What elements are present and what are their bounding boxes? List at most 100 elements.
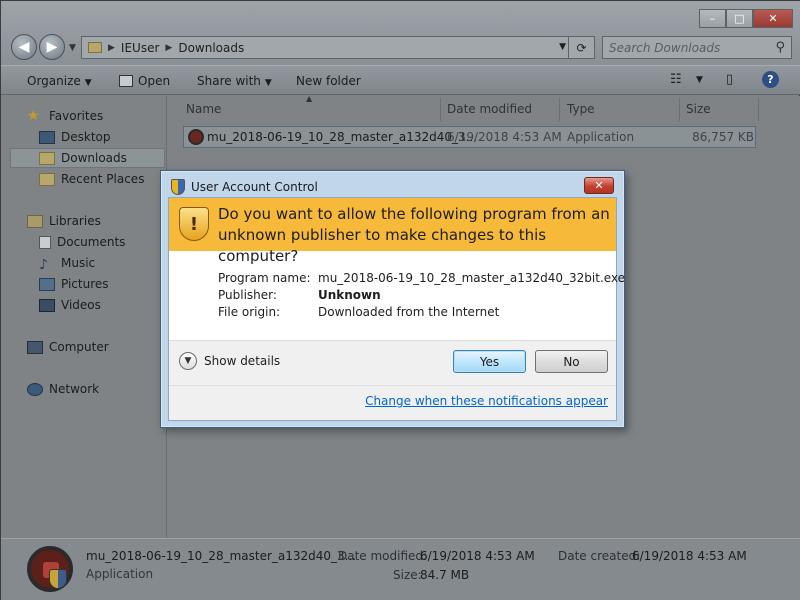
nav-network-label: Network xyxy=(49,382,100,396)
nav-recent-places[interactable]: Recent Places xyxy=(39,169,144,189)
open-icon xyxy=(119,75,133,87)
nav-pictures-label: Pictures xyxy=(61,277,109,291)
file-name: mu_2018-06-19_10_28_master_a132d40_3... xyxy=(207,130,478,144)
nav-downloads-label: Downloads xyxy=(61,151,127,165)
recent-pages-dropdown-icon[interactable]: ▼ xyxy=(69,43,76,53)
column-headers: ▲ Name Date modified Type Size xyxy=(168,94,800,123)
star-icon: ★ xyxy=(27,108,40,124)
share-with-menu[interactable]: Share with ▼ xyxy=(197,74,272,88)
change-notifications-link[interactable]: Change when these notifications appear xyxy=(365,394,608,408)
breadcrumb-separator-icon[interactable]: ▶ xyxy=(108,43,115,53)
nav-videos[interactable]: Videos xyxy=(39,295,101,315)
details-date-modified: 6/19/2018 4:53 AM xyxy=(420,549,535,563)
yes-button[interactable]: Yes xyxy=(453,350,526,373)
maximize-button[interactable]: □ xyxy=(726,9,753,28)
minimize-button[interactable]: – xyxy=(699,9,726,28)
address-dropdown-icon[interactable]: ▼ xyxy=(559,42,566,52)
back-button[interactable]: ◀ xyxy=(11,34,37,60)
nav-documents[interactable]: Documents xyxy=(39,232,125,252)
nav-network[interactable]: Network xyxy=(27,379,99,399)
program-name-label: Program name: xyxy=(218,271,311,285)
network-icon xyxy=(27,382,43,396)
file-origin-value: Downloaded from the Internet xyxy=(318,305,500,319)
nav-computer-label: Computer xyxy=(49,340,109,354)
column-divider[interactable] xyxy=(440,98,441,121)
organize-menu[interactable]: Organize ▼ xyxy=(27,74,92,88)
view-dropdown-icon[interactable]: ▼ xyxy=(696,75,703,85)
file-row[interactable]: mu_2018-06-19_10_28_master_a132d40_3... … xyxy=(183,126,756,148)
search-box[interactable]: Search Downloads ⚲ xyxy=(602,36,792,59)
details-file-kind: Application xyxy=(86,567,154,581)
address-bar[interactable]: ▶ IEUser ▶ Downloads ▼ ⟳ xyxy=(81,36,595,59)
search-icon[interactable]: ⚲ xyxy=(775,40,785,55)
uac-shield-overlay-icon xyxy=(49,569,67,589)
nav-libraries[interactable]: Libraries xyxy=(27,211,101,231)
breadcrumb-ieuser[interactable]: IEUser xyxy=(121,41,159,55)
column-size[interactable]: Size xyxy=(686,102,711,116)
sort-ascending-icon: ▲ xyxy=(306,94,313,103)
close-button[interactable]: ✕ xyxy=(753,9,793,28)
pictures-icon xyxy=(39,277,55,291)
column-divider[interactable] xyxy=(758,98,759,121)
open-button[interactable]: Open xyxy=(119,74,170,88)
uac-body: ! Do you want to allow the following pro… xyxy=(168,197,625,421)
caption-buttons: – □ ✕ xyxy=(699,9,793,28)
preview-pane-icon[interactable]: ▯ xyxy=(726,72,733,87)
app-icon xyxy=(188,129,204,145)
view-options-icon[interactable]: ☷ xyxy=(670,72,682,87)
uac-action-panel: ▼ Show details Yes No Change when these … xyxy=(169,340,616,420)
command-bar: Organize ▼ Open Share with ▼ New folder ☷ … xyxy=(1,65,800,95)
search-input[interactable]: Search Downloads xyxy=(609,41,720,55)
music-icon: ♪ xyxy=(39,256,48,273)
program-name-value: mu_2018-06-19_10_28_master_a132d40_32bit… xyxy=(318,271,626,285)
warning-shield-icon: ! xyxy=(179,207,209,241)
details-file-name: mu_2018-06-19_10_28_master_a132d40_3... xyxy=(86,549,357,563)
close-icon: ✕ xyxy=(594,179,604,192)
uac-title-bar: User Account Control xyxy=(171,179,318,195)
show-details-label: Show details xyxy=(204,354,281,368)
uac-question: Do you want to allow the following progr… xyxy=(218,205,610,265)
nav-downloads[interactable]: Downloads xyxy=(10,148,165,168)
refresh-button[interactable]: ⟳ xyxy=(568,37,594,58)
uac-warning-banner: ! Do you want to allow the following pro… xyxy=(169,198,616,265)
column-divider[interactable] xyxy=(679,98,680,121)
breadcrumb-separator-icon[interactable]: ▶ xyxy=(165,43,172,53)
documents-icon xyxy=(39,235,51,249)
show-details-toggle[interactable]: ▼ Show details xyxy=(179,352,280,370)
file-origin-label: File origin: xyxy=(218,305,281,319)
column-name[interactable]: Name xyxy=(186,102,221,116)
column-date-modified[interactable]: Date modified xyxy=(447,102,532,116)
libraries-icon xyxy=(27,214,43,228)
uac-title: User Account Control xyxy=(191,180,318,194)
details-pane: mu_2018-06-19_10_28_master_a132d40_3... … xyxy=(1,538,800,600)
help-icon[interactable]: ? xyxy=(762,71,779,88)
organize-label: Organize xyxy=(27,74,81,88)
details-size-label: Size: xyxy=(393,568,422,582)
forward-button[interactable]: ▶ xyxy=(39,34,65,60)
details-date-modified-label: Date modified: xyxy=(338,549,428,563)
nav-pictures[interactable]: Pictures xyxy=(39,274,109,294)
nav-favorites-label: Favorites xyxy=(49,109,104,123)
uac-close-button[interactable]: ✕ xyxy=(584,177,614,194)
chevron-down-icon: ▼ xyxy=(84,78,92,88)
nav-music[interactable]: ♪ Music xyxy=(39,253,95,273)
breadcrumb-downloads[interactable]: Downloads xyxy=(178,41,244,55)
file-size: 86,757 KB xyxy=(692,130,754,144)
nav-favorites[interactable]: ★ Favorites xyxy=(27,106,103,126)
no-button[interactable]: No xyxy=(535,350,608,373)
share-with-label: Share with xyxy=(197,74,261,88)
downloads-folder-icon xyxy=(39,151,55,165)
shield-icon xyxy=(171,179,185,195)
nav-computer[interactable]: Computer xyxy=(27,337,109,357)
nav-desktop[interactable]: Desktop xyxy=(39,127,111,147)
navigation-pane: ★ Favorites Desktop Downloads Recent Plac… xyxy=(1,96,167,538)
details-date-created-label: Date created: xyxy=(558,549,641,563)
back-arrow-icon: ◀ xyxy=(18,39,30,55)
nav-desktop-label: Desktop xyxy=(61,130,111,144)
column-divider[interactable] xyxy=(559,98,560,121)
nav-recent-places-label: Recent Places xyxy=(61,172,145,186)
column-type[interactable]: Type xyxy=(567,102,595,116)
details-date-created: 6/19/2018 4:53 AM xyxy=(632,549,747,563)
nav-videos-label: Videos xyxy=(61,298,101,312)
new-folder-button[interactable]: New folder xyxy=(296,74,361,88)
